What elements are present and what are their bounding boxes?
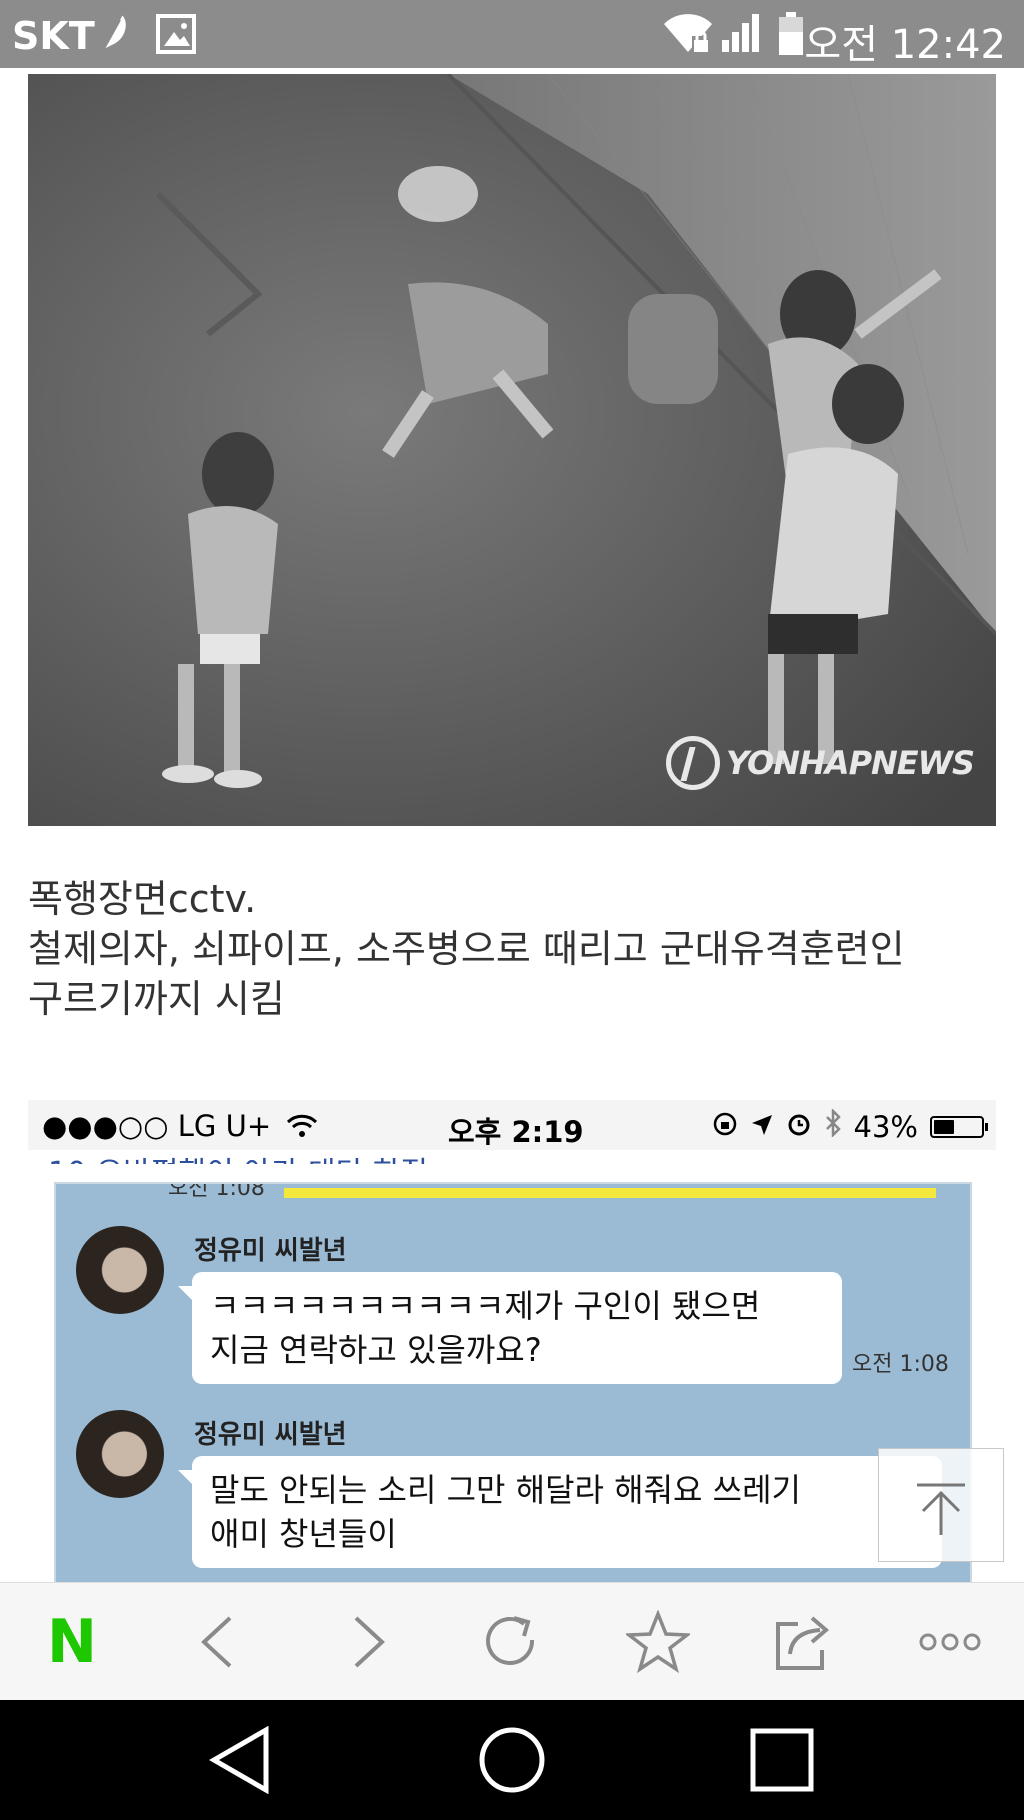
refresh-button[interactable]: [452, 1583, 572, 1701]
message-bubble: 말도 안되는 소리 그만 해달라 해줘요 쓰레기 애미 창년들이: [178, 1456, 942, 1568]
sender-name: 정유미 씨발년: [194, 1420, 347, 1450]
ios-carrier: ●●●○○ LG U+: [42, 1109, 318, 1145]
scroll-to-top-button[interactable]: [878, 1448, 1004, 1562]
message-time: 오전 1:08: [852, 1352, 949, 1377]
embedded-chat-screenshot[interactable]: ●●●○○ LG U+ 오후 2:19 43% 10.오반평행이 아카 대단 한…: [28, 1100, 996, 1582]
yonhap-watermark: YONHAPNEWS: [666, 736, 975, 790]
avatar: [76, 1226, 164, 1314]
recents-square-icon: [750, 1728, 814, 1792]
refresh-icon: [486, 1616, 535, 1665]
system-recents-button[interactable]: [712, 1700, 852, 1820]
rotation-lock-icon: [712, 1110, 738, 1144]
ios-status-right: 43%: [712, 1107, 988, 1144]
android-nav-bar: [0, 1700, 1024, 1820]
notice-bar: [284, 1188, 936, 1198]
yonhap-logo-icon: [666, 736, 720, 790]
forward-icon: [354, 1616, 385, 1668]
caption-line: 폭행장면cctv.: [28, 877, 257, 921]
message-line: 지금 연락하고 있을까요?: [210, 1331, 542, 1369]
arrow-up-icon: [917, 1483, 965, 1535]
status-bar: SKT 오전 12:42: [0, 0, 1024, 68]
bookmark-button[interactable]: [598, 1583, 718, 1701]
ios-carrier-label: ●●●○○ LG U+: [42, 1109, 272, 1143]
back-button[interactable]: [158, 1583, 278, 1701]
message-bubble: ㅋㅋㅋㅋㅋㅋㅋㅋㅋㅋ제가 구인이 됐으면 지금 연락하고 있을까요?: [178, 1272, 842, 1384]
feather-notification-icon: [92, 10, 134, 62]
sender-name: 정유미 씨발년: [194, 1236, 347, 1266]
browser-toolbar: N: [0, 1582, 1024, 1700]
bookmark-star-icon: [626, 1610, 690, 1674]
home-circle-icon: [479, 1727, 545, 1793]
more-icon: [919, 1633, 981, 1651]
location-icon: [750, 1110, 774, 1144]
chat-area: 오전 1:08 정유미 씨발년 ㅋㅋㅋㅋㅋㅋㅋㅋㅋㅋ제가 구인이 됐으면 지금 …: [54, 1182, 972, 1582]
watermark-text: YONHAPNEWS: [726, 744, 975, 782]
system-home-button[interactable]: [442, 1700, 582, 1820]
ios-time: 오후 2:19: [448, 1115, 584, 1149]
share-button[interactable]: [744, 1583, 864, 1701]
more-button[interactable]: [890, 1583, 1010, 1701]
ios-battery-percent: 43%: [853, 1109, 918, 1144]
caption-line: 철제의자, 쇠파이프, 소주병으로 때리고 군대유격훈련인: [28, 927, 905, 971]
share-icon: [776, 1616, 830, 1670]
page-content[interactable]: YONHAPNEWS 폭행장면cctv. 철제의자, 쇠파이프, 소주병으로 때…: [0, 68, 1024, 1582]
signal-icon: [720, 12, 762, 58]
ios-status-bar: ●●●○○ LG U+ 오후 2:19 43%: [28, 1100, 996, 1150]
cctv-scene-illustration: [28, 74, 996, 826]
system-back-button[interactable]: [170, 1700, 310, 1820]
battery-icon: [778, 12, 804, 60]
bluetooth-icon: [824, 1107, 842, 1144]
wifi-icon: [286, 1111, 318, 1145]
chat-header-clipped: 10.오반평행이 아카 대단 한집: [48, 1148, 428, 1164]
message-line: 말도 안되는 소리 그만 해달라 해줘요 쓰레기: [210, 1471, 801, 1509]
wifi-lock-icon: [662, 12, 714, 58]
message-line: 애미 창년들이: [210, 1515, 397, 1553]
caption-line: 구르기까지 시킴: [28, 977, 285, 1021]
back-icon: [201, 1616, 232, 1668]
naver-home-icon: N: [46, 1607, 98, 1677]
message-time: 오전 1:08: [168, 1184, 265, 1201]
alarm-icon: [786, 1110, 812, 1144]
back-triangle-icon: [208, 1726, 269, 1794]
status-clock: 오전 12:42: [804, 22, 1006, 68]
cctv-photo[interactable]: YONHAPNEWS: [28, 74, 996, 826]
carrier-label: SKT: [12, 14, 95, 58]
avatar: [76, 1410, 164, 1498]
article-caption: 폭행장면cctv. 철제의자, 쇠파이프, 소주병으로 때리고 군대유격훈련인 …: [28, 874, 1008, 1024]
image-notification-icon: [156, 14, 196, 58]
chat-top-line: 오전 1:08: [56, 1184, 970, 1202]
naver-home-button[interactable]: N: [12, 1583, 132, 1701]
message-line: ㅋㅋㅋㅋㅋㅋㅋㅋㅋㅋ제가 구인이 됐으면: [210, 1287, 761, 1325]
forward-button[interactable]: [308, 1583, 428, 1701]
ios-battery-icon: [930, 1115, 988, 1138]
